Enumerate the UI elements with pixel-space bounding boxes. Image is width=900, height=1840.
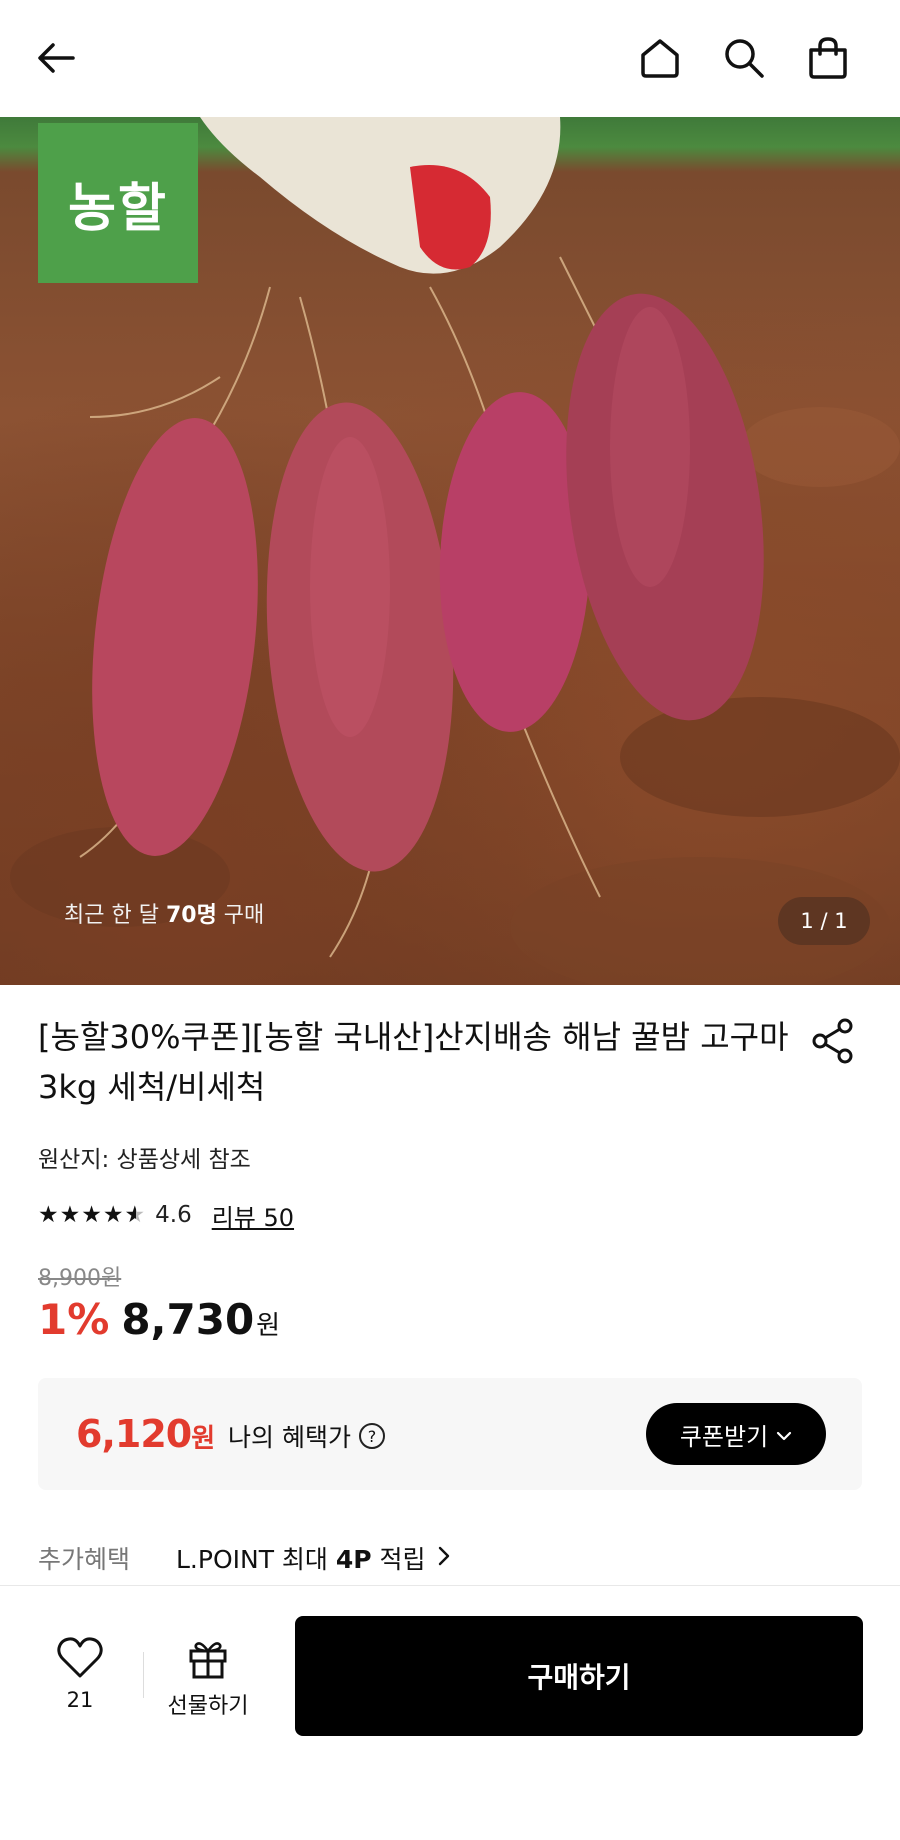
product-title: [농할30%쿠폰][농할 국내산]산지배송 해남 꿀밤 고구마 3kg 세척/비… (38, 1018, 789, 1106)
origin-text: 원산지: 상품상세 참조 (38, 1147, 251, 1173)
shopping-bag-icon[interactable] (800, 30, 856, 86)
product-image[interactable]: 농할 최근 한 달 70명 구매 1 / 1 (0, 117, 900, 985)
divider (143, 1652, 144, 1698)
gift-icon (189, 1642, 227, 1679)
gift-label: 선물하기 (167, 1694, 249, 1719)
recent-purchase-text: 최근 한 달 70명 구매 (64, 903, 265, 928)
star-icon: ★ (59, 1202, 81, 1228)
home-icon[interactable] (632, 30, 688, 86)
star-rating: ★ ★ ★ ★ ★ (38, 1202, 145, 1228)
bottom-action-bar: 21 선물하기 구매하기 (0, 1585, 900, 1840)
coupon-button[interactable]: 쿠폰받기 (646, 1403, 826, 1465)
extra-benefit-label: 추가혜택 (38, 1545, 131, 1574)
price-unit: 원 (256, 1311, 281, 1341)
star-icon: ★ (81, 1202, 102, 1228)
original-price: 8,900원 (38, 1266, 122, 1291)
help-icon[interactable]: ? (358, 1423, 385, 1449)
review-link[interactable]: 리뷰 50 (212, 1198, 294, 1233)
benefit-price-box: 6,120원 나의 혜택가 ? 쿠폰받기 (38, 1378, 862, 1490)
sale-price: 8,730 (121, 1295, 255, 1344)
heart-icon (57, 1637, 103, 1678)
share-icon[interactable] (808, 1016, 858, 1066)
rating-row: ★ ★ ★ ★ ★ 4.6 리뷰 50 (38, 1197, 294, 1233)
benefit-price: 6,120원 (76, 1412, 215, 1456)
buy-button[interactable]: 구매하기 (295, 1616, 863, 1736)
star-icon: ★ (38, 1202, 59, 1228)
like-count: 21 (66, 1688, 94, 1712)
benefit-label: 나의 혜택가 ? (228, 1418, 385, 1454)
like-button[interactable]: 21 (42, 1636, 118, 1712)
discount-rate: 1% (38, 1295, 110, 1344)
lpoint-text: L.POINT 최대 4P 적립 (176, 1545, 426, 1574)
star-icon: ★ (102, 1202, 124, 1228)
chevron-right-icon (438, 1544, 450, 1572)
search-icon[interactable] (716, 30, 772, 86)
brand-badge: 농할 (38, 123, 198, 283)
top-app-bar (0, 0, 900, 117)
rating-value: 4.6 (155, 1202, 192, 1228)
extra-benefit-row[interactable]: 추가혜택 L.POINT 최대 4P 적립 (38, 1540, 450, 1576)
back-arrow-icon[interactable] (28, 30, 84, 86)
image-counter: 1 / 1 (778, 897, 870, 945)
half-star-icon: ★ (124, 1202, 146, 1228)
chevron-down-icon (776, 1422, 792, 1446)
price-row: 1% 8,730 원 (38, 1295, 280, 1344)
gift-button[interactable]: 선물하기 (158, 1636, 258, 1720)
